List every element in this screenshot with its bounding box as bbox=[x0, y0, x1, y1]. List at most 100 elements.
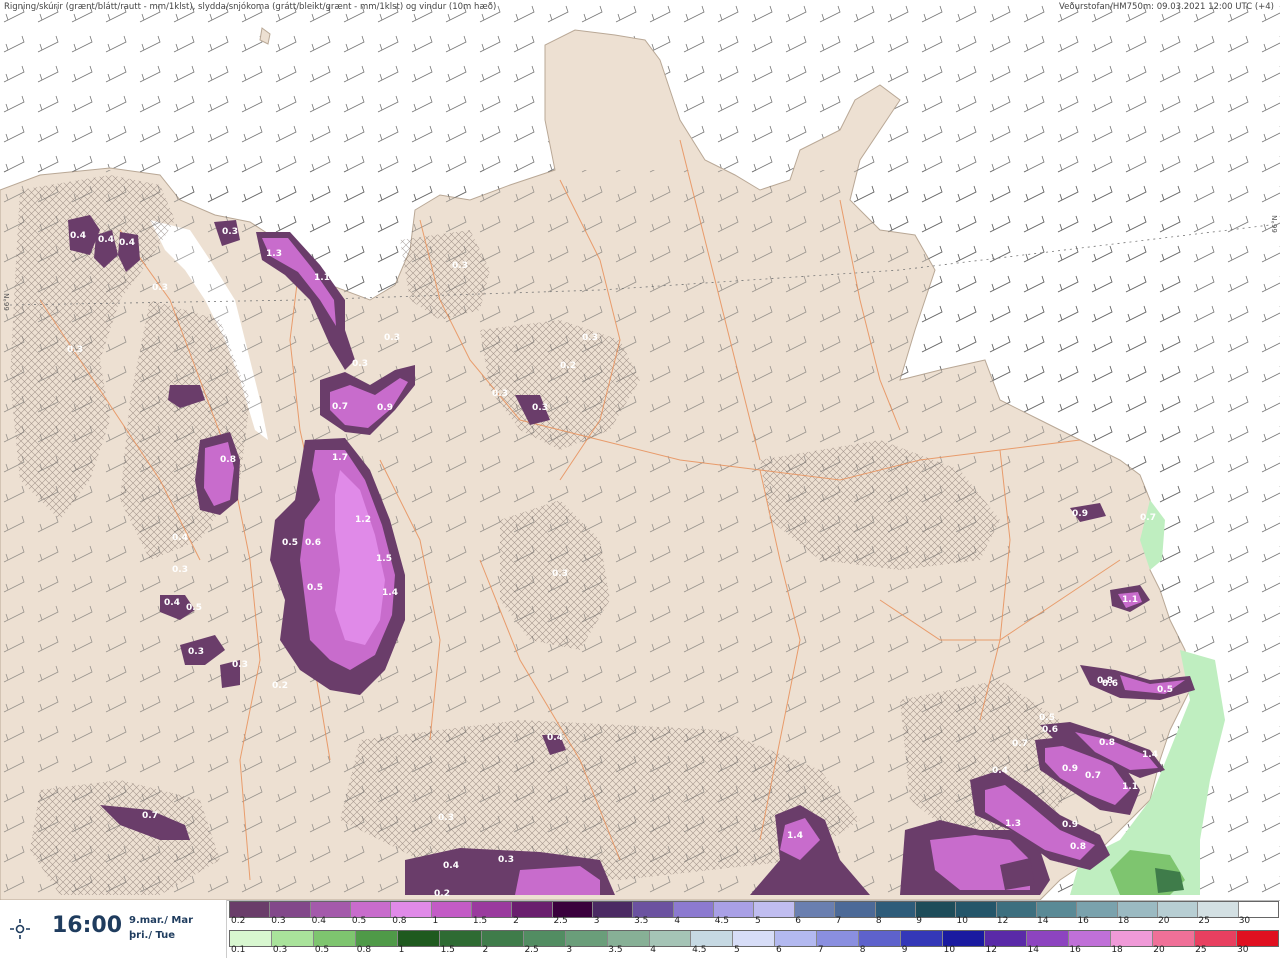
legend-label: 2.5 bbox=[553, 916, 568, 926]
legend-swatch bbox=[1236, 931, 1278, 946]
precip-value-label: 0.3 bbox=[532, 403, 548, 413]
legend-label: 16 bbox=[1069, 945, 1081, 955]
precip-value-label: 1.1 bbox=[1122, 595, 1138, 605]
legend-swatch bbox=[943, 931, 986, 946]
precip-value-label: 0.3 bbox=[384, 333, 400, 343]
legend-label: 4.5 bbox=[714, 916, 730, 926]
legend-rain-labels: 0.1 0.3 0.5 0.8 1 1.5 2 2.5 3 3.5 4 4.5 5 6 7 8 9 10 12 14 1… bbox=[229, 945, 1277, 957]
legend-swatch bbox=[1111, 931, 1153, 946]
legend-label: 4.5 bbox=[692, 945, 707, 955]
legend-swatch bbox=[733, 931, 776, 946]
precip-value-label: 0.3 bbox=[222, 227, 238, 237]
legend-label: 1 bbox=[398, 945, 405, 955]
precip-value-label: 1.4 bbox=[787, 831, 803, 841]
precip-value-label: 1.1 bbox=[314, 273, 330, 283]
legend-swatch bbox=[901, 931, 944, 946]
legend-swatch bbox=[351, 902, 392, 917]
precip-value-label: 0.3 bbox=[438, 813, 454, 823]
precip-value-label: 0.3 bbox=[452, 261, 468, 271]
forecast-weekday: þri./ Tue bbox=[129, 930, 176, 941]
precip-value-label: 0.3 bbox=[67, 345, 83, 355]
legend-label: 0.1 bbox=[231, 945, 246, 955]
precip-value-label: 0.3 bbox=[232, 660, 248, 670]
legend-swatch bbox=[956, 902, 997, 917]
legend-label: 16 bbox=[1077, 916, 1089, 926]
sun-cloud-icon bbox=[10, 919, 30, 939]
legend-label: 3.5 bbox=[608, 945, 623, 955]
precip-value-label: 0.2 bbox=[560, 361, 576, 371]
legend-swatch bbox=[1117, 902, 1158, 917]
legend-swatch bbox=[230, 902, 271, 917]
precip-value-label: 1.2 bbox=[355, 515, 371, 525]
legend-swatch bbox=[817, 931, 860, 946]
legend-swatch bbox=[607, 931, 650, 946]
legend-snow-labels: 0.2 0.3 0.4 0.5 0.8 1 1.5 2 2.5 3 3.5 4 4.5 5 6 7 8 9 10 12… bbox=[229, 916, 1277, 928]
legend-swatch bbox=[1036, 902, 1078, 917]
precip-value-label: 0.4 bbox=[172, 533, 188, 543]
precip-value-label: 0.3 bbox=[352, 359, 368, 369]
legend-swatch bbox=[230, 931, 272, 946]
legend-label: 20 bbox=[1158, 916, 1170, 926]
precip-value-label: 0.4 bbox=[70, 231, 86, 241]
legend-swatch bbox=[439, 931, 482, 946]
precip-value-label: 0.7 bbox=[142, 811, 158, 821]
precip-value-label: 0.8 bbox=[1097, 676, 1113, 686]
legend-label: 9 bbox=[916, 916, 922, 926]
legend-label: 6 bbox=[795, 916, 802, 926]
legend-label: 2 bbox=[482, 945, 489, 955]
legend-swatch bbox=[1069, 931, 1112, 946]
precip-value-label: 0.7 bbox=[1012, 739, 1028, 749]
legend-label: 2.5 bbox=[524, 945, 539, 955]
legend-label: 0.5 bbox=[351, 916, 367, 926]
latitude-label-left: 66°N bbox=[2, 293, 11, 311]
legend-swatch bbox=[512, 902, 553, 917]
precip-value-label: 0.4 bbox=[119, 238, 135, 248]
legend-label: 18 bbox=[1117, 916, 1130, 926]
legend-label: 30 bbox=[1238, 916, 1251, 926]
precip-value-label: 1.3 bbox=[266, 249, 282, 259]
precip-value-label: 0.4 bbox=[98, 235, 114, 245]
precip-value-label: 0.4 bbox=[443, 861, 459, 871]
legend-label: 4 bbox=[674, 916, 681, 926]
legend-swatch bbox=[271, 931, 314, 946]
precip-value-label: 0.2 bbox=[272, 681, 288, 691]
precip-value-label: 0.5 bbox=[1039, 713, 1055, 723]
legend-label: 0.5 bbox=[314, 945, 330, 955]
legend-swatch bbox=[1238, 902, 1278, 917]
legend-label: 25 bbox=[1198, 916, 1210, 926]
legend-label: 14 bbox=[1037, 916, 1049, 926]
legend-label: 12 bbox=[985, 945, 997, 955]
legend-label: 0.3 bbox=[271, 916, 286, 926]
precip-value-label: 0.6 bbox=[305, 538, 321, 548]
time-panel[interactable]: 16:00 9.mar./ Mar þri./ Tue bbox=[0, 900, 227, 958]
precip-value-label: 0.9 bbox=[1072, 509, 1088, 519]
legend-label: 9 bbox=[901, 945, 908, 955]
legend-label: 5 bbox=[755, 916, 761, 926]
legend-swatch bbox=[835, 902, 876, 917]
legend-swatch bbox=[397, 931, 440, 946]
precip-value-label: 0.5 bbox=[1157, 685, 1173, 695]
legend-swatch bbox=[355, 931, 398, 946]
forecast-date: 9.mar./ Mar bbox=[129, 915, 193, 926]
legend-label: 25 bbox=[1195, 945, 1207, 955]
legend-swatch bbox=[391, 902, 432, 917]
legend-label: 18 bbox=[1111, 945, 1123, 955]
precip-value-label: 0.4 bbox=[547, 733, 563, 743]
legend-label: 14 bbox=[1027, 945, 1039, 955]
legend-swatch bbox=[593, 902, 634, 917]
legend-label: 8 bbox=[859, 945, 866, 955]
weather-map: 0.4 0.4 0.4 0.3 0.3 1.3 1.1 0.3 0.3 0.3 0.3 0.2 0.3 0… bbox=[0, 0, 1280, 900]
legend-swatch bbox=[523, 931, 566, 946]
legend-swatch bbox=[1157, 902, 1199, 917]
legend-label: 6 bbox=[775, 945, 782, 955]
legend-label: 7 bbox=[817, 945, 824, 955]
legend-label: 3 bbox=[566, 945, 573, 955]
legend-swatch bbox=[1077, 902, 1118, 917]
legend-label: 7 bbox=[835, 916, 842, 926]
precip-value-label: 1.1 bbox=[1122, 782, 1138, 792]
model-run-info: Veðurstofan/HM750m: 09.03.2021 12:00 UTC… bbox=[1059, 2, 1274, 12]
precip-value-label: 0.7 bbox=[332, 402, 348, 412]
precip-value-label: 0.3 bbox=[498, 855, 514, 865]
legend-swatch bbox=[310, 902, 352, 917]
precip-value-label: 0.2 bbox=[434, 889, 450, 899]
